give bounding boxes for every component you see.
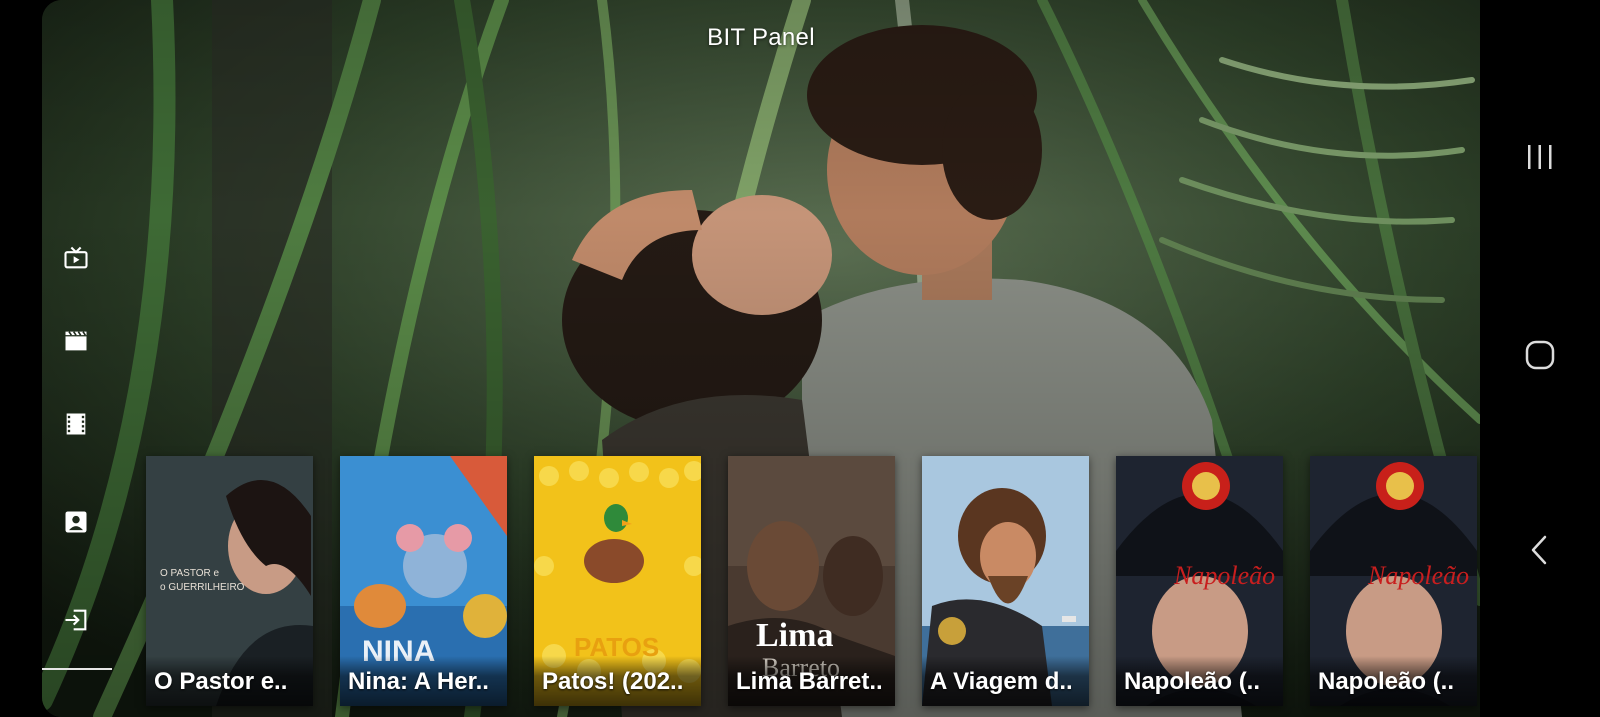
movie-card[interactable]: PATOS Patos! (202.. [534, 456, 701, 706]
card-title-bar: Napoleão (.. [1310, 656, 1477, 706]
movie-title: Napoleão (.. [1318, 668, 1455, 695]
card-title-bar: O Pastor e.. [146, 656, 313, 706]
sidebar-item-series[interactable] [60, 408, 92, 440]
movie-title: Napoleão (.. [1124, 668, 1261, 695]
movie-title: Lima Barret.. [736, 668, 883, 695]
movie-card[interactable]: Napoleão Napoleão (.. [1310, 456, 1477, 706]
sidebar-item-account[interactable] [60, 506, 92, 538]
recents-icon [1528, 145, 1552, 169]
sidebar-selection-indicator [42, 668, 112, 670]
logout-icon [65, 609, 87, 631]
card-title-bar: Napoleão (.. [1116, 656, 1283, 706]
svg-text:Lima: Lima [756, 617, 833, 654]
movie-title: A Viagem d.. [930, 668, 1073, 695]
sidebar-item-logout[interactable] [60, 604, 92, 636]
back-icon [1531, 535, 1547, 565]
back-button[interactable] [1518, 528, 1562, 572]
home-icon [1525, 340, 1555, 370]
poster-text: O PASTOR e [160, 568, 220, 579]
movie-title: O Pastor e.. [154, 668, 288, 695]
movie-card[interactable]: Napoleão Napoleão (.. [1116, 456, 1283, 706]
svg-text:Napoleão: Napoleão [1367, 561, 1469, 590]
app-window: BIT Panel O PASTOR e o GUERRILHEIRO O Pa… [42, 0, 1480, 717]
svg-text:o GUERRILHEIRO: o GUERRILHEIRO [160, 582, 245, 593]
recents-button[interactable] [1518, 135, 1562, 179]
sidebar [42, 0, 112, 717]
card-title-bar: Lima Barret.. [728, 656, 895, 706]
system-navigation-bar [1480, 0, 1600, 717]
movie-card[interactable]: Lima Barreto Lima Barret.. [728, 456, 895, 706]
page-title: BIT Panel [707, 24, 815, 51]
series-icon [66, 413, 86, 435]
account-icon [65, 511, 87, 533]
svg-text:Napoleão: Napoleão [1173, 561, 1275, 590]
movie-card[interactable]: NINA Nina: A Her.. [340, 456, 507, 706]
sidebar-item-movies[interactable] [60, 325, 92, 357]
live-tv-icon [64, 246, 88, 269]
card-title-bar: Nina: A Her.. [340, 656, 507, 706]
movie-card[interactable]: O PASTOR e o GUERRILHEIRO O Pastor e.. [146, 456, 313, 706]
movie-title: Nina: A Her.. [348, 668, 489, 695]
home-button[interactable] [1518, 333, 1562, 377]
movie-title: Patos! (202.. [542, 668, 684, 695]
sidebar-item-live-tv[interactable] [60, 242, 92, 274]
movies-icon [65, 331, 87, 351]
card-title-bar: Patos! (202.. [534, 656, 701, 706]
card-title-bar: A Viagem d.. [922, 656, 1089, 706]
movie-card[interactable]: A Viagem d.. [922, 456, 1089, 706]
